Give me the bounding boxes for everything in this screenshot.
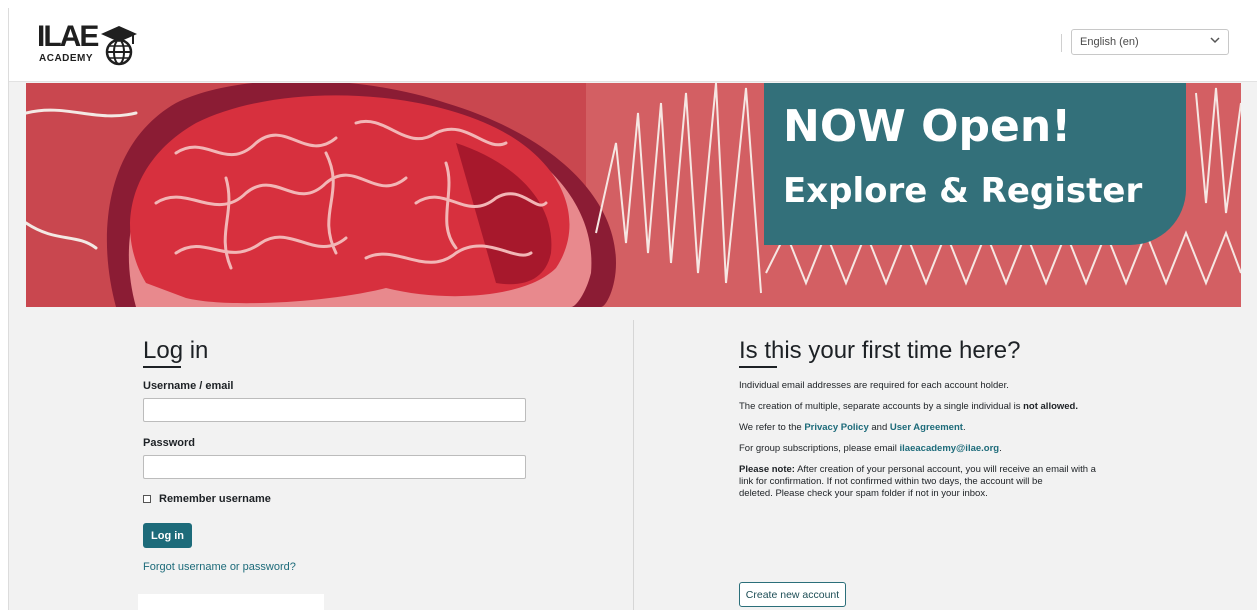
- banner-headline: NOW Open!: [783, 101, 1072, 152]
- banner-subheadline: Explore & Register: [783, 171, 1143, 211]
- info-line-2-text: The creation of multiple, separate accou…: [739, 401, 1024, 412]
- first-time-heading-underline: [739, 366, 777, 368]
- info-line-4-suffix: .: [999, 443, 1002, 454]
- remember-username-checkbox[interactable]: [143, 495, 151, 503]
- info-line-group-subscriptions: For group subscriptions, please email il…: [739, 443, 1002, 455]
- note-line-2: link for confirmation. If not confirmed …: [739, 476, 1043, 487]
- not-allowed-text: not allowed.: [1023, 401, 1078, 412]
- ilae-academy-logo[interactable]: ILAE ACADEMY: [37, 22, 147, 66]
- promo-banner[interactable]: NOW Open! Explore & Register: [26, 83, 1241, 307]
- header-divider: [1061, 34, 1062, 52]
- footer-strip: [138, 594, 324, 610]
- site-header: ILAE ACADEMY English (en): [9, 8, 1257, 82]
- info-line-3-and: and: [868, 422, 890, 433]
- first-time-heading: Is this your first time here?: [739, 337, 1021, 364]
- contact-email-link[interactable]: ilaeacademy@ilae.org: [900, 443, 1000, 454]
- password-label: Password: [143, 437, 195, 449]
- username-label: Username / email: [143, 380, 234, 392]
- language-select-value: English (en): [1080, 36, 1139, 48]
- note-line-1: After creation of your personal account,…: [794, 464, 1096, 475]
- info-line-3-suffix: .: [962, 422, 966, 433]
- please-note-label: Please note:: [739, 464, 795, 475]
- login-heading-underline: [143, 366, 181, 368]
- logo-subtitle: ACADEMY: [39, 53, 94, 64]
- info-line-individual-emails: Individual email addresses are required …: [739, 380, 1009, 392]
- info-line-1-text: Individual email addresses are required …: [739, 380, 1009, 391]
- username-input[interactable]: [143, 398, 526, 422]
- info-note: Please note: After creation of your pers…: [739, 464, 1096, 500]
- graduation-globe-icon: [101, 26, 137, 66]
- chevron-down-icon: [1210, 37, 1220, 44]
- forgot-password-link[interactable]: Forgot username or password?: [143, 561, 296, 573]
- privacy-policy-link[interactable]: Privacy Policy: [804, 422, 868, 433]
- note-line-3: deleted. Please check your spam folder i…: [739, 488, 988, 499]
- logo-wordmark: ILAE: [37, 20, 99, 53]
- login-heading: Log in: [143, 337, 209, 364]
- info-line-3-prefix: We refer to the: [739, 422, 805, 433]
- info-line-multiple-accounts: The creation of multiple, separate accou…: [739, 401, 1078, 413]
- page: ILAE ACADEMY English (en) NOW Open! Expl…: [8, 8, 1257, 610]
- login-button[interactable]: Log in: [143, 523, 192, 548]
- language-select[interactable]: English (en): [1071, 29, 1229, 55]
- remember-username-label: Remember username: [159, 493, 271, 505]
- create-new-account-button[interactable]: Create new account: [739, 582, 846, 607]
- column-divider: [633, 320, 634, 610]
- user-agreement-link[interactable]: User Agreement: [890, 422, 963, 433]
- password-input[interactable]: [143, 455, 526, 479]
- info-line-policies: We refer to the Privacy Policy and User …: [739, 422, 966, 434]
- remember-username-row[interactable]: Remember username: [143, 493, 271, 505]
- info-line-4-prefix: For group subscriptions, please email: [739, 443, 900, 454]
